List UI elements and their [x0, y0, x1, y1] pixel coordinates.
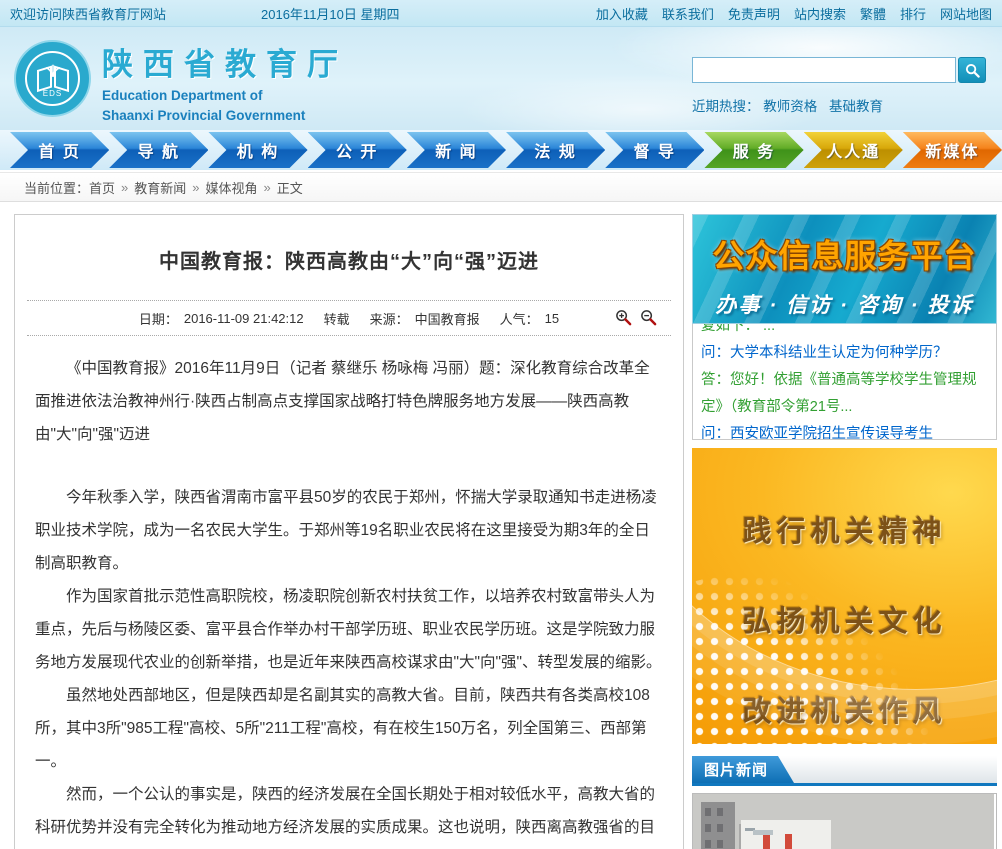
article-body: 《中国教育报》2016年11月9日（记者 蔡继乐 杨咏梅 冯丽）题：深化教育综合…: [15, 336, 683, 849]
search-zone: 近期热搜： 教师资格 基础教育: [692, 57, 990, 115]
article-title: 中国教育报：陕西高教由“大”向“强”迈进: [15, 215, 683, 300]
school-photo: 中: [693, 794, 994, 849]
article-paragraph: 今年秋季入学，陕西省渭南市富平县50岁的农民于郑州，怀揣大学录取通知书走进杨凌职…: [35, 481, 663, 580]
article-paragraph: 虽然地处西部地区，但是陕西却是名副其实的高教大省。目前，陕西共有各类高校108所…: [35, 679, 663, 778]
photo-news-title: 图片新闻: [692, 756, 794, 783]
article-paragraph: 作为国家首批示范性高职院校，杨凌职院创新农村扶贫工作，以培养农村致富带头人为重点…: [35, 580, 663, 679]
site-title: 陕西省教育厅: [102, 39, 348, 84]
top-link-contact[interactable]: 联系我们: [662, 4, 714, 23]
top-link-site-search[interactable]: 站内搜索: [794, 4, 846, 23]
zoom-out-icon[interactable]: [640, 309, 657, 326]
article-paragraph: 《中国教育报》2016年11月9日（记者 蔡继乐 杨咏梅 冯丽）题：深化教育综合…: [35, 352, 663, 451]
sidebar: 公众信息服务平台 办事 · 信访 · 咨询 · 投诉 复如下： ... 问：大学…: [692, 214, 997, 849]
agency-spirit-banner[interactable]: 践行机关精神 弘扬机关文化 改进机关作风: [692, 448, 997, 744]
nav-tab-regulations[interactable]: 法 规: [506, 132, 605, 168]
qa-line[interactable]: 问：大学本科结业生认定为何种学历？: [701, 340, 988, 367]
qa-line[interactable]: 复如下： ...: [701, 324, 988, 340]
content-area: 中国教育报：陕西高教由“大”向“强”迈进 日期： 2016-11-09 21:4…: [0, 202, 1002, 849]
breadcrumb: 当前位置： 首页 » 教育新闻 » 媒体视角 » 正文: [0, 172, 1002, 202]
site-header: EDS 陕西省教育厅 Education Department of Shaan…: [0, 27, 1002, 130]
public-info-service-banner[interactable]: 公众信息服务平台 办事 · 信访 · 咨询 · 投诉: [692, 214, 997, 324]
breadcrumb-current: 正文: [277, 178, 303, 197]
nav-tab-renrentong[interactable]: 人人通: [804, 132, 903, 168]
qa-line[interactable]: 问：西安欧亚学院招生宣传误导考生: [701, 421, 988, 440]
meta-repost: 转载: [324, 309, 350, 328]
page: 欢迎访问陕西省教育厅网站 2016年11月10日 星期四 加入收藏 联系我们 免…: [0, 0, 1002, 849]
photo-news-image[interactable]: 中: [692, 793, 997, 849]
nav-tab-news[interactable]: 新 闻: [407, 132, 506, 168]
search-icon: [965, 63, 980, 78]
meta-views-label: 人气：: [500, 309, 539, 328]
top-link-sitemap[interactable]: 网站地图: [940, 4, 992, 23]
nav-tab-guide[interactable]: 导 航: [109, 132, 208, 168]
meta-source-label: 来源：: [370, 309, 409, 328]
meta-date-label: 日期：: [139, 309, 178, 328]
breadcrumb-home[interactable]: 首页: [89, 178, 115, 197]
hot-search-link-basic-edu[interactable]: 基础教育: [829, 99, 883, 114]
site-title-block: 陕西省教育厅 Education Department of Shaanxi P…: [102, 39, 348, 124]
photo-news-header: 图片新闻: [692, 756, 997, 786]
banner-spirit-line: 践行机关精神: [692, 508, 997, 550]
current-date: 2016年11月10日 星期四: [261, 4, 400, 23]
zoom-in-icon[interactable]: [615, 309, 632, 326]
logo-abbr: EDS: [16, 89, 89, 98]
breadcrumb-education-news[interactable]: 教育新闻: [134, 178, 186, 197]
breadcrumb-media-view[interactable]: 媒体视角: [206, 178, 258, 197]
photo-news-section: 图片新闻: [692, 756, 997, 849]
top-link-favorites[interactable]: 加入收藏: [596, 4, 648, 23]
nav-tab-home[interactable]: 首 页: [10, 132, 109, 168]
qa-ticker: 复如下： ... 问：大学本科结业生认定为何种学历？ 答：您好！依据《普通高等学…: [692, 324, 997, 440]
article-meta: 日期： 2016-11-09 21:42:12 转载 来源： 中国教育报 人气：…: [27, 300, 671, 336]
search-button[interactable]: [958, 57, 986, 83]
site-subtitle-line1: Education Department of: [102, 87, 348, 104]
qa-line[interactable]: 答：您好！依据《普通高等学校学生管理规定》（教育部令第21号...: [701, 367, 988, 421]
main-nav: 首 页 导 航 机 构 公 开 新 闻 法 规 督 导 服 务 人人通 新媒体: [0, 130, 1002, 170]
site-logo[interactable]: EDS: [14, 40, 91, 117]
top-link-disclaimer[interactable]: 免责声明: [728, 4, 780, 23]
banner-spirit-line: 弘扬机关文化: [692, 598, 997, 640]
banner-spirit-line: 改进机关作风: [692, 688, 997, 730]
meta-date: 2016-11-09 21:42:12: [184, 311, 304, 326]
meta-views: 15: [545, 311, 559, 326]
breadcrumb-separator: »: [192, 180, 199, 195]
hot-search-link-teacher-cert[interactable]: 教师资格: [763, 99, 817, 114]
meta-source: 中国教育报: [415, 309, 480, 328]
banner-info-title: 公众信息服务平台: [693, 231, 996, 277]
nav-tab-disclosure[interactable]: 公 开: [308, 132, 407, 168]
open-book-icon: [36, 62, 70, 92]
hot-search-row: 近期热搜： 教师资格 基础教育: [692, 95, 990, 115]
top-link-ranking[interactable]: 排行: [900, 4, 926, 23]
top-links: 加入收藏 联系我们 免责声明 站内搜索 繁體 排行 网站地图: [596, 4, 992, 23]
article-box: 中国教育报：陕西高教由“大”向“强”迈进 日期： 2016-11-09 21:4…: [14, 214, 684, 849]
top-link-traditional[interactable]: 繁體: [860, 4, 886, 23]
nav-tab-services[interactable]: 服 务: [704, 132, 803, 168]
banner-info-subtitle: 办事 · 信访 · 咨询 · 投诉: [693, 289, 996, 319]
search-input[interactable]: [692, 57, 956, 83]
breadcrumb-separator: »: [264, 180, 271, 195]
article-paragraph: 然而，一个公认的事实是，陕西的经济发展在全国长期处于相对较低水平，高教大省的科研…: [35, 778, 663, 849]
nav-tab-supervision[interactable]: 督 导: [605, 132, 704, 168]
welcome-text: 欢迎访问陕西省教育厅网站: [10, 4, 166, 23]
top-utility-bar: 欢迎访问陕西省教育厅网站 2016年11月10日 星期四 加入收藏 联系我们 免…: [0, 0, 1002, 27]
site-subtitle-line2: Shaanxi Provincial Government: [102, 107, 348, 124]
hot-search-label: 近期热搜：: [692, 99, 760, 114]
nav-tab-agencies[interactable]: 机 构: [208, 132, 307, 168]
nav-tab-new-media[interactable]: 新媒体: [903, 132, 1002, 168]
breadcrumb-label: 当前位置：: [24, 178, 89, 197]
breadcrumb-separator: »: [121, 180, 128, 195]
